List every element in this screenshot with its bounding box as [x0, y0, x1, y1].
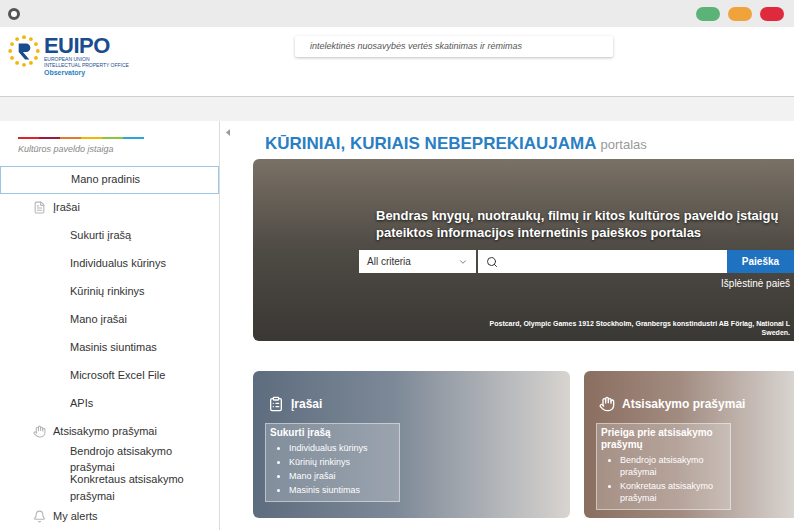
sidebar-item[interactable]: Kūrinių rinkinys [0, 277, 219, 305]
sidebar-item[interactable]: Individualus kūrinys [0, 249, 219, 277]
search-input[interactable] [478, 250, 727, 273]
app-icon [8, 8, 20, 20]
feature-card[interactable]: Atsisakymo prašymai Prieiga prie atsisaky… [584, 371, 794, 518]
window-control[interactable] [728, 7, 752, 21]
sidebar-group[interactable]: Įrašai [0, 194, 219, 222]
card-link[interactable]: Masinis siuntimas [289, 484, 395, 496]
group-icon [33, 425, 46, 438]
criteria-select[interactable]: All criteria [359, 250, 476, 273]
window-control[interactable] [760, 7, 784, 21]
card-link[interactable]: Konkretaus atsisakymo prašymai [620, 480, 726, 504]
sidebar-item[interactable]: APIs [0, 389, 219, 417]
logo[interactable]: EUIPOEUROPEAN UNIONINTELLECTUAL PROPERTY… [0, 27, 295, 77]
photo-caption: Postcard, Olympic Games 1912 Stockholm, … [253, 319, 794, 341]
sidebar-item[interactable]: Sukurti įrašą [0, 221, 219, 249]
sidebar: Kultūros paveldo įstaigaMano pradinisĮra… [0, 121, 220, 530]
card-title: Atsisakymo prašymai [596, 395, 794, 413]
card-title: Įrašai [265, 395, 570, 413]
gray-band [0, 97, 794, 121]
card-link[interactable]: Bendrojo atsisakymo prašymai [620, 454, 726, 478]
card-link[interactable]: Individualus kūrinys [289, 442, 395, 454]
sidebar-item[interactable]: Microsoft Excel File [0, 361, 219, 389]
search-icon [486, 256, 498, 268]
card-link[interactable]: Mano įrašai [289, 470, 395, 482]
group-icon [33, 510, 46, 523]
hero-heading: Bendras knygų, nuotraukų, filmų ir kitos… [253, 159, 794, 241]
card-box: Prieiga prie atsisakymo prašymų Bendrojo … [596, 423, 731, 510]
advanced-search-link[interactable]: Išplėstinė paieš [721, 276, 790, 291]
window-control[interactable] [696, 7, 720, 21]
search-button[interactable]: Paieška [727, 250, 794, 273]
sidebar-item[interactable]: Masinis siuntimas [0, 333, 219, 361]
color-stripe [0, 137, 219, 139]
window-bar [0, 0, 794, 27]
role-label: Kultūros paveldo įstaiga [0, 139, 219, 166]
card-link[interactable]: Kūrinių rinkinys [289, 456, 395, 468]
sidebar-item[interactable]: Konkretaus atsisakymo prašymai [0, 474, 219, 503]
feature-card[interactable]: Įrašai Sukurti įrašą Individualus kūrinys K… [253, 371, 570, 518]
collapse-icon[interactable] [224, 128, 232, 137]
sidebar-group[interactable]: My alerts [0, 502, 219, 530]
sidebar-item[interactable]: Mano įrašai [0, 305, 219, 333]
portal-title: KŪRINIAI, KURIAIS NEBEPREKIAUJAMAportala… [253, 131, 794, 153]
sidebar-group[interactable]: Atsisakymo prašymai [0, 417, 219, 445]
euipo-logo-icon [7, 34, 41, 68]
card-box: Sukurti įrašą Individualus kūrinys Kūrinių… [265, 423, 400, 502]
tagline: intelektinės nuosavybės vertės skatinima… [295, 36, 613, 57]
group-icon [33, 201, 46, 214]
box-title[interactable]: Sukurti įrašą [270, 427, 395, 439]
card-icon [599, 396, 615, 412]
search-bar: All criteria Paieška [359, 250, 794, 273]
header: EUIPOEUROPEAN UNIONINTELLECTUAL PROPERTY… [0, 27, 794, 97]
card-icon [268, 396, 284, 412]
box-title[interactable]: Prieiga prie atsisakymo prašymų [601, 427, 726, 451]
home-item[interactable]: Mano pradinis [0, 166, 219, 194]
sidebar-item[interactable]: Bendrojo atsisakymo prašymai [0, 445, 219, 474]
hero: Bendras knygų, nuotraukų, filmų ir kitos… [253, 159, 794, 341]
chevron-icon [458, 257, 468, 267]
